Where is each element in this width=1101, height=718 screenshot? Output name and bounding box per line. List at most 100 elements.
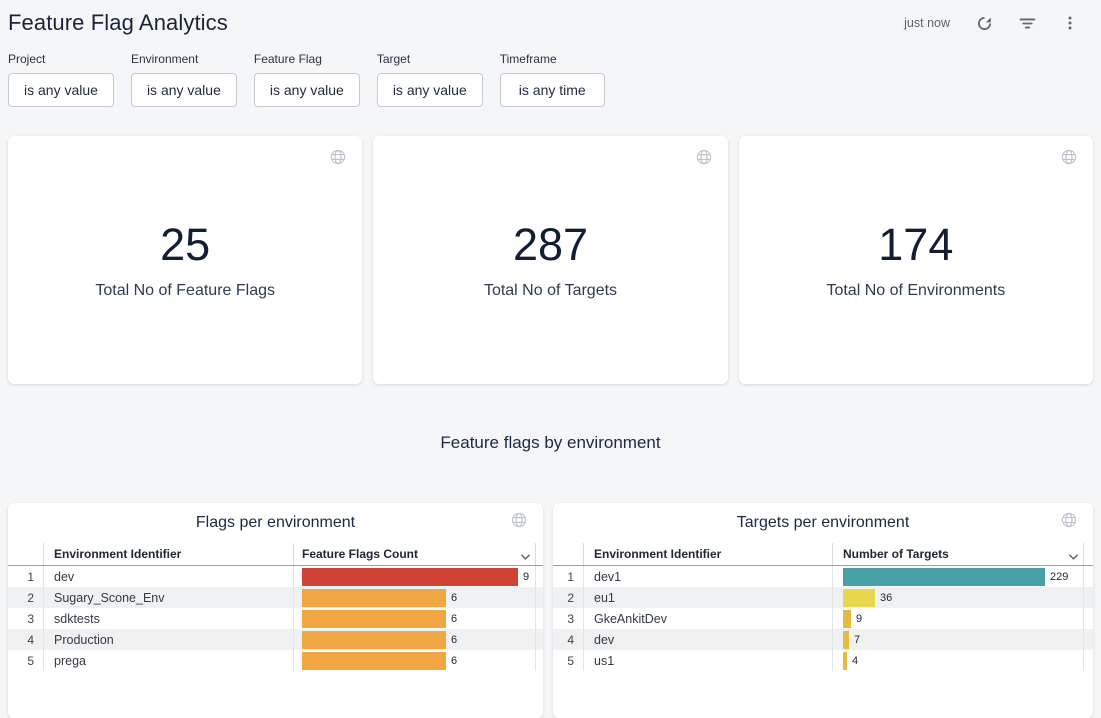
environment-identifier-cell: dev1 [584,566,833,587]
value-bar[interactable] [302,568,518,586]
value-bar-cell: 229 [833,566,1084,587]
value-bar[interactable] [302,610,446,628]
kpi-label: Total No of Feature Flags [95,282,275,300]
value-bar[interactable] [843,631,849,649]
filter-label: Target [377,52,483,66]
filter-icon[interactable] [1018,14,1036,32]
more-options-icon[interactable] [1061,14,1079,32]
column-header-label: Feature Flags Count [302,547,418,561]
value-label: 7 [854,634,860,646]
filter-label: Project [8,52,114,66]
column-header-count[interactable]: Feature Flags Count [294,543,536,565]
globe-icon[interactable] [696,149,712,170]
kpi-card-environments: 174 Total No of Environments [739,136,1093,384]
targets-table: Environment Identifier Number of Targets… [553,543,1093,671]
filter-bar: Project is any value Environment is any … [8,52,1093,107]
spacer-cell [1084,629,1093,650]
value-bar[interactable] [843,652,847,670]
row-index: 3 [553,608,584,629]
value-label: 36 [880,592,892,604]
column-header-label: Number of Targets [843,547,949,561]
value-label: 229 [1050,571,1068,583]
table-row[interactable]: 1dev9 [8,566,543,587]
row-index: 3 [8,608,44,629]
table-body: 1dev92Sugary_Scone_Env63sdktests64Produc… [8,566,543,671]
value-bar-cell: 36 [833,587,1084,608]
table-row[interactable]: 4dev7 [553,629,1093,650]
value-label: 9 [523,571,529,583]
spacer-cell [1084,566,1093,587]
value-label: 6 [451,634,457,646]
tile-title: Targets per environment [553,514,1093,534]
dashboard-header: Feature Flag Analytics just now [8,0,1093,40]
table-row[interactable]: 4Production6 [8,629,543,650]
value-label: 4 [852,655,858,667]
kpi-row: 25 Total No of Feature Flags 287 Total N… [8,136,1093,384]
filter-feature-flag: Feature Flag is any value [254,52,360,107]
row-index-header [553,543,584,565]
filter-target: Target is any value [377,52,483,107]
tile-targets-per-environment: Targets per environment Environment Iden… [553,503,1093,718]
filter-label: Environment [131,52,237,66]
section-title: Feature flags by environment [8,433,1093,453]
kpi-value: 174 [878,220,953,270]
filter-value-button[interactable]: is any value [131,73,237,107]
row-index: 4 [553,629,584,650]
kpi-card-targets: 287 Total No of Targets [373,136,727,384]
table-row[interactable]: 2eu1 36 [553,587,1093,608]
row-index: 4 [8,629,44,650]
globe-icon[interactable] [1061,512,1077,533]
value-label: 9 [856,613,862,625]
kpi-value: 25 [160,220,210,270]
spacer-cell [536,629,543,650]
filter-project: Project is any value [8,52,114,107]
value-bar[interactable] [302,631,446,649]
column-header-count[interactable]: Number of Targets [833,543,1084,565]
chevron-down-icon[interactable] [520,550,531,564]
dashboard-page: Feature Flag Analytics just now [0,0,1101,718]
value-label: 6 [451,613,457,625]
filter-value-button[interactable]: is any value [8,73,114,107]
globe-icon[interactable] [511,512,527,533]
globe-icon[interactable] [330,149,346,170]
value-bar[interactable] [843,589,875,607]
filter-value-button[interactable]: is any time [500,73,605,107]
row-index: 2 [553,587,584,608]
value-bar[interactable] [843,568,1045,586]
filter-value-button[interactable]: is any value [254,73,360,107]
chevron-down-icon[interactable] [1068,550,1079,564]
spacer-cell [536,566,543,587]
value-bar[interactable] [302,652,446,670]
value-bar[interactable] [302,589,446,607]
column-header-environment[interactable]: Environment Identifier [44,543,294,565]
table-row[interactable]: 2Sugary_Scone_Env6 [8,587,543,608]
value-bar-cell: 9 [833,608,1084,629]
flags-table: Environment Identifier Feature Flags Cou… [8,543,543,671]
value-bar-cell: 9 [294,566,536,587]
table-header: Environment Identifier Feature Flags Cou… [8,543,543,566]
filter-value-button[interactable]: is any value [377,73,483,107]
charts-row: Flags per environment Environment Identi… [8,503,1093,718]
environment-identifier-cell: dev [44,566,294,587]
table-row[interactable]: 3GkeAnkitDev 9 [553,608,1093,629]
kpi-value: 287 [513,220,588,270]
filter-label: Timeframe [500,52,605,66]
environment-identifier-cell: eu1 [584,587,833,608]
column-header-environment[interactable]: Environment Identifier [584,543,833,565]
environment-identifier-cell: GkeAnkitDev [584,608,833,629]
kpi-label: Total No of Targets [484,282,617,300]
environment-identifier-cell: sdktests [44,608,294,629]
last-refresh-label: just now [904,16,950,30]
table-row[interactable]: 3sdktests 6 [8,608,543,629]
spacer-cell [1084,587,1093,608]
spacer-cell [536,608,543,629]
globe-icon[interactable] [1061,149,1077,170]
row-index: 2 [8,587,44,608]
row-index-header [8,543,44,565]
value-bar[interactable] [843,610,851,628]
row-index: 1 [553,566,584,587]
tile-title: Flags per environment [8,514,543,534]
table-header: Environment Identifier Number of Targets [553,543,1093,566]
table-row[interactable]: 1dev1 229 [553,566,1093,587]
refresh-icon[interactable] [975,14,993,32]
